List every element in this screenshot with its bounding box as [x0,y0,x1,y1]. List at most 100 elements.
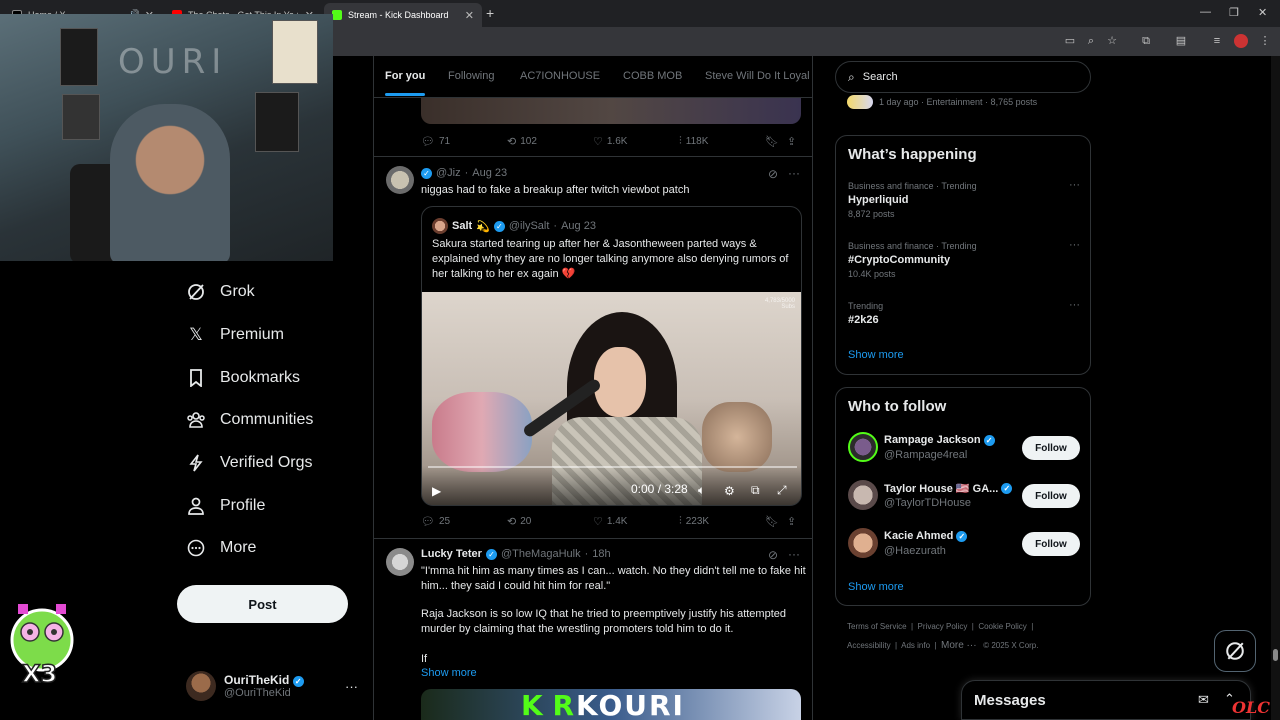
show-more-link[interactable]: Show more [848,581,904,593]
footer-link-more[interactable]: More ··· [941,640,977,651]
nav-bookmarks[interactable]: Bookmarks [186,368,300,388]
tweet-more-icon[interactable]: ··· [788,166,800,180]
share-button[interactable]: ⇪ [787,515,796,528]
account-more-icon[interactable]: ··· [345,679,358,694]
follow-button[interactable]: Follow [1022,436,1080,460]
messages-drawer[interactable]: Messages ✉ ⌃ [961,680,1251,720]
footer-link-privacy[interactable]: Privacy Policy [918,622,968,631]
nav-profile[interactable]: Profile [186,496,265,516]
tweet-media[interactable]: K R KOURI [421,689,801,720]
tweet-more-icon[interactable]: ··· [788,547,800,561]
show-more-link[interactable]: Show more [421,667,477,679]
follow-suggestion[interactable]: Kacie Ahmed ✓ @Haezurath Follow [848,528,1080,560]
previous-tweet-media[interactable] [421,98,801,124]
menu-kebab-icon[interactable]: ⋮ [1258,34,1272,48]
like-button[interactable]: ♡ 1.4K [593,515,627,528]
tab-ac7ionhouse[interactable]: AC7IONHOUSE [520,70,600,82]
verified-badge-icon: ✓ [485,548,497,560]
picture-in-picture-icon[interactable]: ⧉ [751,483,760,498]
tweet-handle[interactable]: @Jiz [436,167,461,179]
share-button[interactable]: ⇪ [787,135,796,148]
tab-for-you[interactable]: For you [385,70,425,82]
browser-tab-kick[interactable]: Stream - Kick Dashboard ✕ [324,3,482,27]
avatar[interactable] [386,548,414,576]
trend-more-icon[interactable]: ··· [1069,299,1080,311]
views-button[interactable]: ⫶ 118K [679,135,708,148]
grok-floating-button[interactable] [1214,630,1256,672]
play-icon[interactable]: ▶ [432,484,441,498]
search-input[interactable]: ⌕ Search [835,61,1091,93]
nav-label: Verified Orgs [220,454,313,471]
star-icon[interactable]: ☆ [1105,34,1119,48]
profile-avatar-icon[interactable] [1234,34,1248,48]
tweet-date[interactable]: 18h [592,548,610,560]
volume-icon[interactable]: 🔈︎ [698,483,705,498]
follow-button[interactable]: Follow [1022,484,1080,508]
footer-link-terms[interactable]: Terms of Service [847,622,907,631]
nav-communities[interactable]: Communities [186,410,313,430]
grok-explain-icon[interactable]: ⊘ [768,548,778,562]
media-controls-icon[interactable]: ≡ [1210,34,1224,48]
account-handle: @OuriTheKid [224,687,291,699]
follow-suggestion[interactable]: Taylor House 🇺🇸 GA... ✓ @TaylorTDHouse Fo… [848,480,1080,512]
bookmark-button[interactable]: 🔖︎ [765,135,779,148]
new-message-icon[interactable]: ✉ [1198,692,1209,708]
extensions-icon[interactable]: ⧉ [1139,34,1153,48]
nav-verified-orgs[interactable]: Verified Orgs [186,453,312,473]
footer-link-cookies[interactable]: Cookie Policy [978,622,1026,631]
trend-meta[interactable]: 1 day ago · Entertainment · 8,765 posts [847,95,1037,109]
tab-steve-will-do-it-loyal[interactable]: Steve Will Do It Loyal [705,70,810,82]
tab-following[interactable]: Following [448,70,494,82]
views-button[interactable]: ⫶ 223K [679,515,709,528]
trend-avatars [847,95,873,109]
trend-item[interactable]: Business and finance · Trending Hyperliq… [848,179,1080,219]
minimize-button[interactable]: — [1200,6,1211,18]
trend-item[interactable]: Trending #2k26 ··· [848,299,1080,326]
show-more-link[interactable]: Show more [848,349,904,361]
x-logo-icon: 𝕏 [189,325,203,344]
sidebar-icon[interactable]: ▤ [1174,34,1188,48]
follow-button[interactable]: Follow [1022,532,1080,556]
cast-icon[interactable]: ▭ [1063,34,1077,48]
footer-link-ads-info[interactable]: Ads info [901,641,930,650]
fullscreen-icon[interactable]: ⤢ [777,483,787,498]
video-progress-bar[interactable] [428,466,797,468]
restore-button[interactable]: ❐ [1229,6,1239,19]
suggestion-name: Rampage Jackson ✓ [884,434,995,446]
tweet-name[interactable]: Lucky Teter [421,548,482,560]
nav-premium[interactable]: 𝕏 Premium [186,325,284,345]
trend-item[interactable]: Business and finance · Trending #CryptoC… [848,239,1080,279]
profile-icon [186,496,206,516]
search-placeholder: Search [862,71,898,83]
settings-icon[interactable]: ⚙ [724,484,735,498]
reply-button[interactable]: 💬︎ 71 [421,135,450,148]
account-switcher[interactable]: OuriTheKid ✓ @OuriTheKid [186,671,304,701]
zoom-icon[interactable]: ⌕ [1084,34,1098,48]
close-window-button[interactable]: ✕ [1258,6,1267,19]
repost-button[interactable]: ⟲ 20 [507,515,531,528]
verified-badge-icon: ✓ [292,676,304,687]
nav-more[interactable]: More [186,538,256,558]
repost-button[interactable]: ⟲ 102 [507,135,537,148]
like-button[interactable]: ♡ 1.6K [593,135,627,148]
trend-more-icon[interactable]: ··· [1069,179,1080,191]
new-tab-button[interactable]: + [486,5,494,21]
trend-more-icon[interactable]: ··· [1069,239,1080,251]
reply-button[interactable]: 💬︎ 25 [421,515,450,528]
video-player[interactable]: 4,783/5000 Subs ▶ 0:00 / 3:28 🔈︎ ⚙ ⧉ ⤢ [422,292,801,505]
grok-explain-icon[interactable]: ⊘ [768,167,778,181]
bookmark-button[interactable]: 🔖︎ [765,515,779,528]
tweet-handle[interactable]: @TheMagaHulk [501,548,581,560]
scrollbar[interactable] [1271,56,1280,720]
scrollbar-thumb[interactable] [1273,649,1278,661]
quoted-tweet[interactable]: Salt 💫 ✓ @ilySalt · Aug 23 Sakura starte… [421,206,802,506]
nav-grok[interactable]: Grok [186,282,255,302]
bookmark-icon: 🔖︎ [765,136,779,148]
footer-link-accessibility[interactable]: Accessibility [847,641,891,650]
close-tab-icon[interactable]: ✕ [465,9,474,22]
tab-cobb-mob[interactable]: COBB MOB [623,70,682,82]
post-button[interactable]: Post [177,585,348,623]
tweet-date[interactable]: Aug 23 [472,167,507,179]
avatar[interactable] [386,166,414,194]
follow-suggestion[interactable]: Rampage Jackson ✓ @Rampage4real Follow [848,432,1080,464]
